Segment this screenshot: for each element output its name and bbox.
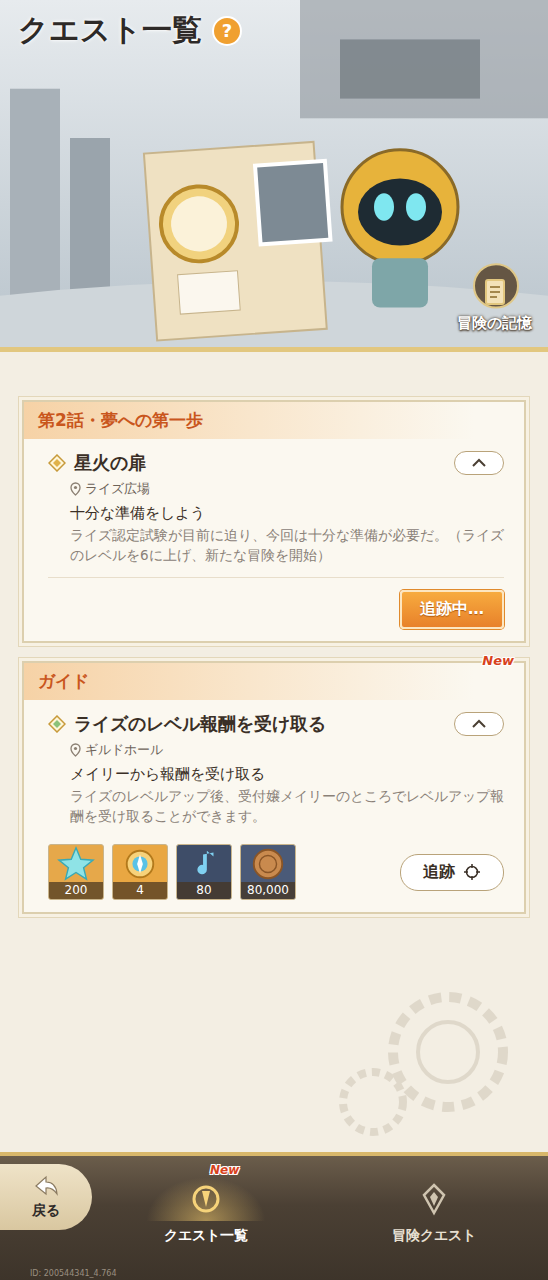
quest-footer: 200 4 80 80,000 追跡 — [48, 838, 504, 900]
bottom-nav: 戻るNewクエスト一覧冒険クエスト ID: 200544341_4.764 — [0, 1152, 548, 1280]
music-note-icon — [177, 845, 231, 882]
nav-tab[interactable]: 冒険クエスト — [320, 1177, 548, 1245]
quest-location: ギルドホール — [70, 741, 504, 759]
chevron-up-icon — [471, 719, 487, 729]
coin-icon — [241, 845, 295, 882]
quest-objective: メイリーから報酬を受け取る — [70, 765, 504, 784]
quest-icon — [189, 1182, 223, 1216]
quest-location: ライズ広場 — [70, 480, 504, 498]
quest-description: ライズ認定試験が目前に迫り、今回は十分な準備が必要だ。（ライズのレベルを6に上げ… — [70, 526, 504, 565]
reward-item[interactable]: 4 — [112, 844, 168, 900]
location-pin-icon — [70, 743, 81, 757]
quest-description: ライズのレベルアップ後、受付嬢メイリーのところでレベルアップ報酬を受け取ることが… — [70, 787, 504, 826]
tab-glow — [146, 1177, 266, 1221]
reward-count: 80,000 — [241, 882, 295, 899]
diamond-icon — [48, 715, 66, 733]
tab-glow — [374, 1177, 494, 1221]
quest-category: 第2話・夢への第一歩 — [24, 402, 524, 439]
quest-objective: 十分な準備をしよう — [70, 504, 504, 523]
track-button[interactable]: 追跡 — [400, 854, 504, 891]
reward-list: 200 4 80 80,000 — [48, 844, 296, 900]
quest-category: ガイド — [24, 663, 524, 700]
build-id: ID: 200544341_4.764 — [30, 1269, 116, 1278]
title-row: クエスト一覧? — [18, 10, 534, 51]
scroll-icon — [475, 272, 515, 312]
quest-body: ライズのレベル報酬を受け取るギルドホールメイリーから報酬を受け取るライズのレベル… — [24, 700, 524, 912]
quest-title-row: 星火の扉 — [48, 451, 504, 475]
quest-title-row: ライズのレベル報酬を受け取る — [48, 712, 504, 736]
reward-count: 80 — [177, 882, 231, 899]
nav-tab[interactable]: Newクエスト一覧 — [92, 1177, 320, 1245]
page-title: クエスト一覧 — [18, 10, 202, 51]
new-badge: New — [210, 1163, 239, 1177]
location-pin-icon — [70, 482, 81, 496]
collapse-button[interactable] — [454, 712, 504, 736]
header-illustration — [0, 0, 548, 347]
crystal-icon — [49, 845, 103, 882]
crosshair-icon — [463, 863, 481, 881]
adventure-icon — [417, 1182, 451, 1216]
quest-card: 第2話・夢への第一歩星火の扉ライズ広場十分な準備をしようライズ認定試験が目前に迫… — [22, 400, 526, 643]
quest-list-screen: クエスト一覧? 冒険の記憶第2話・夢への第一歩星火の扉ライズ広場十分な準備をしよう… — [0, 0, 548, 1280]
header: クエスト一覧? 冒険の記憶 — [0, 0, 548, 352]
quest-footer: 追跡中… — [48, 577, 504, 629]
diamond-icon — [48, 454, 66, 472]
gears-watermark — [328, 972, 528, 1142]
reward-item[interactable]: 80,000 — [240, 844, 296, 900]
reward-item[interactable]: 200 — [48, 844, 104, 900]
reward-count: 4 — [113, 882, 167, 899]
track-button[interactable]: 追跡中… — [400, 590, 504, 629]
reward-count: 200 — [49, 882, 103, 899]
collapse-button[interactable] — [454, 451, 504, 475]
back-arrow-icon — [32, 1174, 60, 1200]
back-button[interactable]: 戻る — [0, 1164, 92, 1230]
quest-body: 星火の扉ライズ広場十分な準備をしようライズ認定試験が目前に迫り、今回は十分な準備… — [24, 439, 524, 641]
chevron-up-icon — [471, 458, 487, 468]
quest-title: ライズのレベル報酬を受け取る — [74, 712, 446, 736]
memory-button[interactable]: 冒険の記憶 — [455, 272, 534, 333]
new-badge: New — [482, 653, 514, 668]
quest-title: 星火の扉 — [74, 451, 446, 475]
quest-card: Newガイドライズのレベル報酬を受け取るギルドホールメイリーから報酬を受け取るラ… — [22, 661, 526, 914]
reward-item[interactable]: 80 — [176, 844, 232, 900]
quest-list: 第2話・夢への第一歩星火の扉ライズ広場十分な準備をしようライズ認定試験が目前に迫… — [0, 352, 548, 1152]
compass-icon — [113, 845, 167, 882]
help-button[interactable]: ? — [212, 16, 242, 46]
